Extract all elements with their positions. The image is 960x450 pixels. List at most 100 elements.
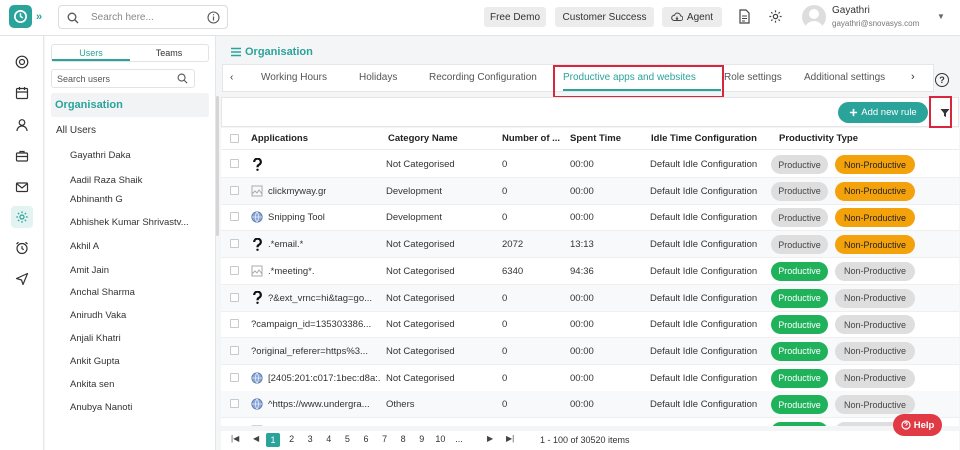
list-item[interactable]: Abhinanth G [70,194,123,205]
page-number[interactable]: 6 [359,434,373,444]
non-productive-toggle[interactable]: Non-Productive [835,261,915,281]
list-item[interactable]: Anubya Nanoti [70,402,132,413]
projects-nav[interactable] [11,145,33,167]
page-number[interactable]: 5 [340,434,354,444]
column-header[interactable]: Productivity Type [779,133,858,144]
productive-toggle[interactable]: Productive [771,315,828,335]
productive-toggle[interactable]: Productive [771,208,828,228]
row-checkbox[interactable] [230,212,239,222]
column-header[interactable]: Category Name [388,133,458,144]
row-checkbox[interactable] [230,292,239,302]
users-nav[interactable] [11,114,33,136]
tab-working-hours[interactable]: Working Hours [261,72,327,83]
send-nav[interactable] [11,268,33,290]
list-item[interactable]: Gayathri Daka [70,150,131,161]
help-question-icon[interactable]: ? [935,73,949,87]
row-checkbox[interactable] [230,265,239,275]
add-new-rule-button[interactable]: Add new rule [838,102,928,123]
productive-toggle[interactable]: Productive [771,261,828,281]
menu-icon[interactable] [231,47,241,57]
dashboard-nav[interactable] [11,51,33,73]
row-checkbox[interactable] [230,185,239,195]
non-productive-toggle[interactable]: Non-Productive [835,235,915,255]
non-productive-toggle[interactable]: Non-Productive [835,341,915,361]
all-users-item[interactable]: All Users [56,125,96,136]
table-row[interactable]: Snipping Tool Development 0 00:00 Default Id… [221,204,959,232]
page-number[interactable]: 2 [285,434,299,444]
alarm-nav[interactable] [11,237,33,259]
settings-nav[interactable] [11,206,33,228]
tab-role-settings[interactable]: Role settings [724,72,782,83]
non-productive-toggle[interactable]: Non-Productive [835,208,915,228]
tab-users[interactable]: Users [52,45,130,61]
productive-toggle[interactable]: Productive [771,422,828,426]
productive-toggle[interactable]: Productive [771,181,828,201]
page-number[interactable]: 9 [415,434,429,444]
organisation-item[interactable]: Organisation [51,93,209,117]
global-search-input[interactable]: Search here... [58,5,228,29]
non-productive-toggle[interactable]: Non-Productive [835,181,915,201]
chevron-down-icon[interactable]: ▼ [937,12,945,21]
list-item[interactable]: Anirudh Vaka [70,310,126,321]
productive-toggle[interactable]: Productive [771,235,828,255]
first-page-icon[interactable]: |◀ [231,434,239,443]
table-row[interactable]: ?original_referer=https%3... Not Categori… [221,337,959,365]
table-row[interactable]: [2405:201:c017:1bec:d8a:... Not Categoris… [221,365,959,392]
non-productive-toggle[interactable]: Non-Productive [835,395,915,415]
table-row[interactable]: .*email.* Not Categorised 2072 13:13 Default… [221,231,959,259]
help-button[interactable]: Help [893,414,942,436]
list-item[interactable]: Anjali Khatri [70,333,121,344]
agent-button[interactable]: Agent [662,7,722,27]
expand-menu-icon[interactable]: » [36,11,42,23]
column-header[interactable]: Applications [251,133,308,144]
row-checkbox[interactable] [230,345,239,355]
row-checkbox[interactable] [230,372,239,382]
page-number[interactable]: 1 [266,433,280,447]
list-item[interactable]: Ankita sen [70,379,114,390]
list-item[interactable]: Ankit Gupta [70,356,120,367]
list-item[interactable]: Akhil A [70,241,99,252]
row-checkbox[interactable] [230,399,239,409]
page-number[interactable]: 4 [322,434,336,444]
row-checkbox[interactable] [230,319,239,329]
table-row[interactable]: ?&ext_vrnc=hi&tag=go... Not Categorised 0 0… [221,284,959,312]
page-number[interactable]: 7 [378,434,392,444]
productive-toggle[interactable]: Productive [771,341,828,361]
page-number[interactable]: 8 [396,434,410,444]
prev-page-icon[interactable]: ◀ [253,434,259,443]
last-page-icon[interactable]: ▶| [506,434,514,443]
users-search-input[interactable]: Search users [51,69,195,88]
non-productive-toggle[interactable]: Non-Productive [835,368,915,388]
non-productive-toggle[interactable]: Non-Productive [835,315,915,335]
productive-toggle[interactable]: Productive [771,155,828,174]
page-number[interactable]: 3 [303,434,317,444]
productive-toggle[interactable]: Productive [771,395,828,415]
next-page-icon[interactable]: ▶ [487,434,493,443]
mail-nav[interactable] [11,176,33,198]
column-header[interactable]: Number of ... [502,133,560,144]
free-demo-button[interactable]: Free Demo [484,7,546,27]
productive-toggle[interactable]: Productive [771,368,828,388]
document-icon[interactable] [738,9,751,24]
table-row[interactable]: .*meeting*. Not Categorised 6340 94:36 Defau… [221,258,959,285]
table-row[interactable]: clickmyway.gr Development 0 00:00 Default Id… [221,177,959,205]
tab-recording-configuration[interactable]: Recording Configuration [429,72,537,83]
calendar-nav[interactable] [11,82,33,104]
page-number[interactable]: 10 [433,434,447,444]
table-row[interactable]: ?campaign_id=135303386... Not Categorised… [221,311,959,339]
productive-toggle[interactable]: Productive [771,288,828,308]
table-row[interactable]: Not Categorised 0 00:00 Default Idle Config… [221,151,959,178]
list-item[interactable]: Anchal Sharma [70,287,135,298]
app-logo[interactable] [9,5,32,28]
user-avatar[interactable] [802,5,826,29]
non-productive-toggle[interactable]: Non-Productive [835,155,915,174]
settings-gear-icon[interactable] [768,9,783,24]
tab-holidays[interactable]: Holidays [359,72,397,83]
tab-teams[interactable]: Teams [130,45,208,61]
list-item[interactable]: Abhishek Kumar Shrivastv... [70,217,189,228]
row-checkbox[interactable] [230,239,239,249]
non-productive-toggle[interactable]: Non-Productive [835,288,915,308]
list-item[interactable]: Aadil Raza Shaik [70,175,142,186]
tabs-prev-icon[interactable]: ‹ [230,72,233,83]
list-item[interactable]: Amit Jain [70,265,109,276]
